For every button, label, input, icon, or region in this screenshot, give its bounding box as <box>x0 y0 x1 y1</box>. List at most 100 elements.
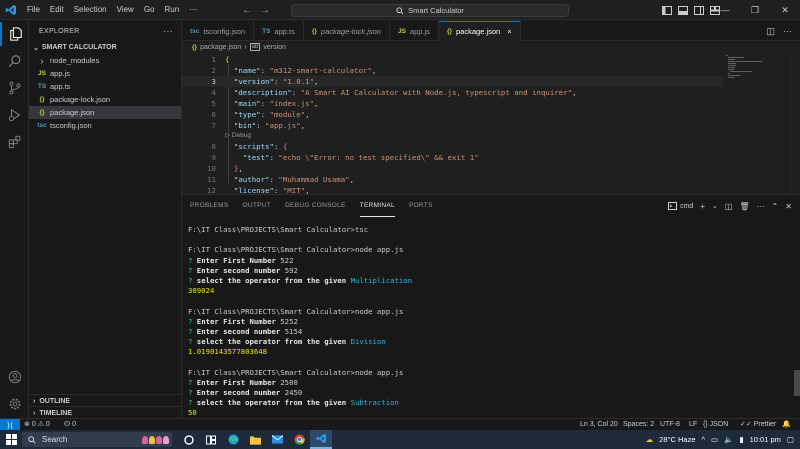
split-editor-icon[interactable]: ◫ <box>766 26 775 37</box>
minimap-line <box>728 65 736 66</box>
trash-icon[interactable]: 🗑 <box>739 202 749 211</box>
clock[interactable]: 10:01 pm <box>750 435 781 444</box>
tab-package-json[interactable]: {} package.json × <box>438 21 521 41</box>
menu-file[interactable]: File <box>22 0 45 20</box>
weather-icon[interactable]: ☁ <box>646 435 654 444</box>
close-icon[interactable]: × <box>507 27 511 36</box>
minimap-line <box>728 59 735 60</box>
split-terminal-icon[interactable]: ◫ <box>725 202 733 211</box>
prompt-mark: ? <box>188 275 197 285</box>
panel-tab-problems[interactable]: PROBLEMS <box>190 195 229 217</box>
panel-tab-output[interactable]: OUTPUT <box>243 195 272 217</box>
monitor-icon[interactable]: ▭ <box>711 435 718 444</box>
breadcrumb-symbol[interactable]: version <box>263 44 286 51</box>
taskbar-search[interactable]: Search <box>22 432 172 447</box>
tree-item[interactable]: › node_modules <box>29 54 181 67</box>
toggle-secondary-sidebar-icon[interactable] <box>694 5 704 15</box>
back-arrow-icon[interactable]: ← <box>242 5 252 16</box>
toggle-primary-sidebar-icon[interactable] <box>662 5 672 15</box>
close-panel-icon[interactable]: ✕ <box>785 202 792 211</box>
code-editor[interactable]: 1{2 "name": "m312-smart-calculator", 3 "v… <box>182 53 800 194</box>
explorer-icon[interactable] <box>0 22 29 46</box>
more-actions-icon[interactable]: ··· <box>757 202 765 211</box>
tree-item[interactable]: JS app.js <box>29 67 181 80</box>
manage-gear-icon[interactable] <box>0 392 29 416</box>
minimize-icon[interactable]: — <box>710 0 740 20</box>
minimap[interactable] <box>726 53 786 93</box>
tab-package-lock-json[interactable]: {} package-lock.json <box>304 21 390 41</box>
widgets-icon[interactable] <box>200 430 222 449</box>
toggle-panel-icon[interactable] <box>678 5 688 15</box>
minimap-line <box>728 63 736 64</box>
menu-run[interactable]: Run <box>159 0 184 20</box>
workspace-folder[interactable]: ⌄ SMART CALCULATOR <box>29 41 181 54</box>
outline-label: OUTLINE <box>39 397 71 405</box>
menu-go[interactable]: Go <box>139 0 160 20</box>
prompt-answer: Multiplication <box>350 275 413 285</box>
codelens-debug[interactable]: ▷ Debug <box>225 131 251 141</box>
task-view-icon[interactable] <box>178 430 200 449</box>
command-center-search[interactable]: Smart Calculator <box>291 4 569 17</box>
new-terminal-icon[interactable]: + <box>700 202 705 211</box>
chrome-icon[interactable] <box>288 430 310 449</box>
tree-item[interactable]: {} package-lock.json <box>29 93 181 106</box>
extensions-icon[interactable] <box>0 130 29 154</box>
close-window-icon[interactable]: ✕ <box>770 0 800 20</box>
mail-icon[interactable] <box>266 430 288 449</box>
more-actions-icon[interactable]: ··· <box>783 26 792 36</box>
maximize-panel-icon[interactable]: ⌃ <box>772 202 779 211</box>
tree-item[interactable]: tsc tsconfig.json <box>29 119 181 132</box>
vscode-logo-icon <box>0 0 22 20</box>
panel-tab-terminal[interactable]: TERMINAL <box>359 195 395 217</box>
tab-app-js[interactable]: JS app.js <box>390 21 439 41</box>
terminal-line: ? Enter First Number 5252 <box>188 317 778 327</box>
chevron-up-icon[interactable]: ^ <box>702 435 706 444</box>
tab-app-ts[interactable]: TS app.ts <box>254 21 304 41</box>
edge-browser-icon[interactable] <box>222 430 244 449</box>
more-actions-icon[interactable]: ··· <box>163 26 173 36</box>
notification-icon[interactable]: ▢ <box>787 435 794 444</box>
prompt-question: Enter second number <box>196 265 281 275</box>
menu-view[interactable]: View <box>112 0 139 20</box>
windows-start-icon[interactable] <box>3 430 19 449</box>
menu-selection[interactable]: Selection <box>69 0 112 20</box>
terminal-icon <box>668 202 678 210</box>
menu-edit[interactable]: Edit <box>45 0 69 20</box>
vscode-taskbar-icon[interactable] <box>310 430 332 449</box>
weather-label[interactable]: 28°C Haze <box>659 435 695 444</box>
chevron-down-icon: ⌄ <box>33 44 39 52</box>
terminal-scrollbar[interactable] <box>794 370 800 396</box>
menu-more[interactable]: ··· <box>184 0 202 20</box>
accounts-icon[interactable] <box>0 365 29 389</box>
panel-tab-debug-console[interactable]: DEBUG CONSOLE <box>285 195 346 217</box>
chevron-right-icon: › <box>33 409 36 417</box>
source-control-icon[interactable] <box>0 76 29 100</box>
line-number: 11 <box>207 175 216 184</box>
breadcrumb-file[interactable]: package.json <box>200 44 241 51</box>
tree-item-label: package-lock.json <box>50 95 111 104</box>
tree-item[interactable]: {} package.json <box>29 106 181 119</box>
code-line: 9 "test": "echo \"Error: no test specifi… <box>182 152 722 163</box>
tree-item[interactable]: TS app.ts <box>29 80 181 93</box>
line-code: "test": "echo \"Error: no test specified… <box>242 153 479 162</box>
minimap-line <box>728 69 734 70</box>
run-debug-icon[interactable] <box>0 103 29 127</box>
editor-scrollbar[interactable] <box>790 53 800 194</box>
search-icon <box>28 435 36 444</box>
battery-icon[interactable]: ▮ <box>739 435 743 444</box>
forward-arrow-icon[interactable]: → <box>260 5 270 16</box>
codelens-label: Debug <box>231 132 251 139</box>
panel-tab-ports[interactable]: PORTS <box>409 195 433 217</box>
tab-tsconfig-json[interactable]: tsc tsconfig.json <box>182 21 255 41</box>
prompt-question: select the operator from the given <box>196 398 347 408</box>
code-line: 12 "license": "MIT", <box>182 185 722 194</box>
terminal-profile[interactable]: cmd <box>668 202 693 210</box>
terminal-output[interactable]: F:\IT Class\PROJECTS\Smart Calculator>ts… <box>188 225 778 417</box>
file-explorer-icon[interactable] <box>244 430 266 449</box>
search-view-icon[interactable] <box>0 49 29 73</box>
code-line: 2 "name": "m312-smart-calculator", <box>182 65 722 76</box>
speaker-icon[interactable]: 🔈 <box>724 435 733 444</box>
restore-icon[interactable]: ❐ <box>740 0 770 20</box>
chevron-down-icon[interactable]: ⌄ <box>712 202 718 210</box>
